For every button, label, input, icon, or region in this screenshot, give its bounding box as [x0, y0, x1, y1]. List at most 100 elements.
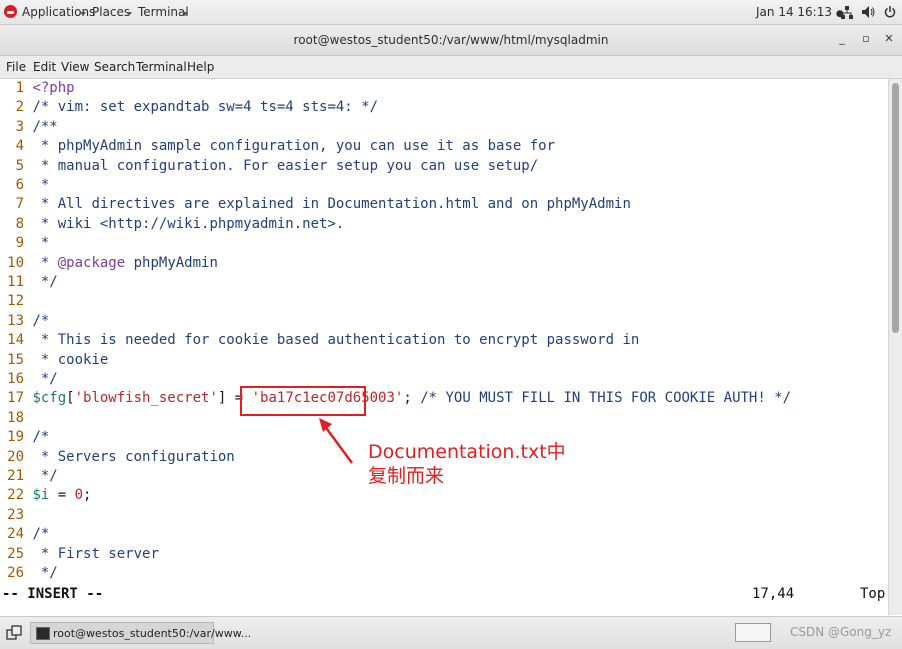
line-text: * First server: [32, 545, 159, 562]
line-text: */: [32, 371, 58, 387]
menu-view[interactable]: View: [61, 60, 89, 74]
network-icon[interactable]: [841, 5, 853, 19]
power-icon[interactable]: [884, 6, 896, 18]
menu-terminal[interactable]: Terminal: [136, 60, 187, 74]
line-number: 1: [15, 80, 24, 96]
code-line: 23: [0, 506, 32, 525]
line-comment: /* YOU MUST FILL IN THIS FOR COOKIE AUTH…: [411, 390, 792, 407]
code-line: 22 $i = 0;: [0, 486, 91, 505]
code-line: 4 * phpMyAdmin sample configuration, you…: [0, 137, 555, 156]
code-line: 8 * wiki <http://wiki.phpmyadmin.net>.: [0, 215, 345, 234]
line-text: * cookie: [32, 351, 109, 368]
code-line: 12: [0, 292, 32, 311]
line-number: 15: [7, 351, 24, 368]
line-number: 7: [15, 196, 24, 213]
menu-edit[interactable]: Edit: [33, 60, 56, 74]
code-line: 26 */: [0, 564, 58, 583]
code-line: 18: [0, 409, 32, 428]
line-text: *: [32, 254, 58, 271]
annotation-line-2: 复制而来: [368, 465, 445, 487]
line-number: 14: [7, 332, 24, 349]
clock-text: Jan 14 16:13: [756, 5, 832, 19]
number-literal: 0: [74, 487, 84, 504]
code-line: 2 /* vim: set expandtab sw=4 ts=4 sts=4:…: [0, 98, 378, 117]
line-number: 25: [7, 545, 24, 562]
line-text: * This is needed for cookie based authen…: [32, 332, 640, 349]
code-line: 16 */: [0, 370, 58, 389]
vim-status-line: -- INSERT -- 17,44 Top: [0, 583, 888, 605]
code-line: 11 */: [0, 273, 58, 292]
menu-file[interactable]: File: [6, 60, 26, 74]
system-tray[interactable]: [841, 4, 896, 20]
code-line: 21 */: [0, 467, 58, 486]
menu-help[interactable]: Help: [187, 60, 214, 74]
line-number: 10: [7, 254, 24, 271]
annotation-line-1: Documentation.txt中: [368, 441, 566, 463]
line-number: 19: [7, 429, 24, 446]
line-number: 2: [15, 99, 24, 116]
terminal-scrollbar[interactable]: [888, 79, 902, 615]
line-number: 11: [7, 274, 24, 290]
menu-bar: File Edit View Search Terminal Help: [0, 56, 902, 79]
scroll-position: Top: [860, 586, 886, 602]
i-variable: $i: [32, 487, 50, 504]
taskbar-item-label: root@westos_student50:/var/www...: [53, 627, 252, 640]
line-number: 4: [15, 138, 24, 155]
show-desktop-icon[interactable]: [6, 625, 22, 641]
scrollbar-thumb[interactable]: [892, 83, 899, 333]
window-title-bar[interactable]: root@westos_student50:/var/www/html/mysq…: [0, 25, 902, 56]
bracket: [: [66, 390, 75, 407]
line-text: /*: [32, 312, 50, 329]
code-line: 14 * This is needed for cookie based aut…: [0, 331, 639, 350]
line-number: 22: [7, 487, 24, 504]
code-line: 10 * @package phpMyAdmin: [0, 254, 218, 273]
line-number: 26: [7, 565, 24, 581]
cursor-position: 17,44: [752, 586, 795, 602]
menu-search[interactable]: Search: [94, 60, 135, 74]
doc-tag: @package: [57, 254, 126, 271]
terminal-icon: [36, 627, 50, 640]
line-number: 21: [7, 468, 24, 484]
minimize-button[interactable]: _: [834, 31, 850, 47]
redhat-logo-icon: [4, 5, 17, 18]
taskbar-item-terminal[interactable]: root@westos_student50:/var/www...: [30, 622, 251, 644]
maximize-button[interactable]: ▫: [858, 31, 874, 47]
close-button[interactable]: ✕: [881, 31, 897, 47]
line-number: 20: [7, 448, 24, 465]
line-number: 18: [7, 409, 24, 426]
line-number: 3: [15, 118, 24, 135]
config-key: 'blowfish_secret': [74, 390, 218, 407]
code-line: 6 *: [0, 176, 50, 195]
line-number: 13: [7, 312, 24, 329]
terminal-view[interactable]: 1 <?php 2 /* vim: set expandtab sw=4 ts=…: [0, 79, 888, 615]
code-line: 25 * First server: [0, 545, 159, 564]
cfg-variable: $cfg: [32, 390, 67, 407]
taskbar: root@westos_student50:/var/www... CSDN @…: [0, 616, 902, 649]
volume-icon[interactable]: [862, 6, 875, 18]
line-text: /*: [32, 429, 50, 446]
watermark: CSDN @Gong_yz: [790, 625, 892, 639]
semicolon: ;: [403, 390, 412, 407]
line-text: *: [32, 235, 50, 252]
line-number: 17: [7, 390, 24, 407]
line-text: */: [32, 274, 58, 290]
clock[interactable]: Jan 14 16:13 ●: [756, 5, 844, 21]
line-text: *: [32, 177, 50, 193]
line-text: phpMyAdmin: [125, 254, 218, 271]
line-number: 6: [15, 177, 24, 193]
line-text: * Servers configuration: [32, 448, 235, 465]
line-number: 16: [7, 371, 24, 387]
places-menu[interactable]: Places: [92, 5, 130, 19]
vim-mode: -- INSERT --: [2, 586, 104, 602]
line-text: * manual configuration. For easier setup…: [32, 157, 539, 174]
code-line: 9 *: [0, 234, 50, 253]
secret-highlight-box: [240, 386, 366, 416]
line-number: 9: [15, 235, 24, 252]
line-text: /**: [32, 118, 58, 135]
code-line: 7 * All directives are explained in Docu…: [0, 195, 631, 214]
code-line: 13 /*: [0, 312, 49, 331]
line-number: 12: [7, 293, 24, 310]
places-dropdown-icon: [126, 12, 132, 16]
workspace-switcher[interactable]: [735, 623, 771, 642]
code-line: 3 /**: [0, 118, 58, 137]
